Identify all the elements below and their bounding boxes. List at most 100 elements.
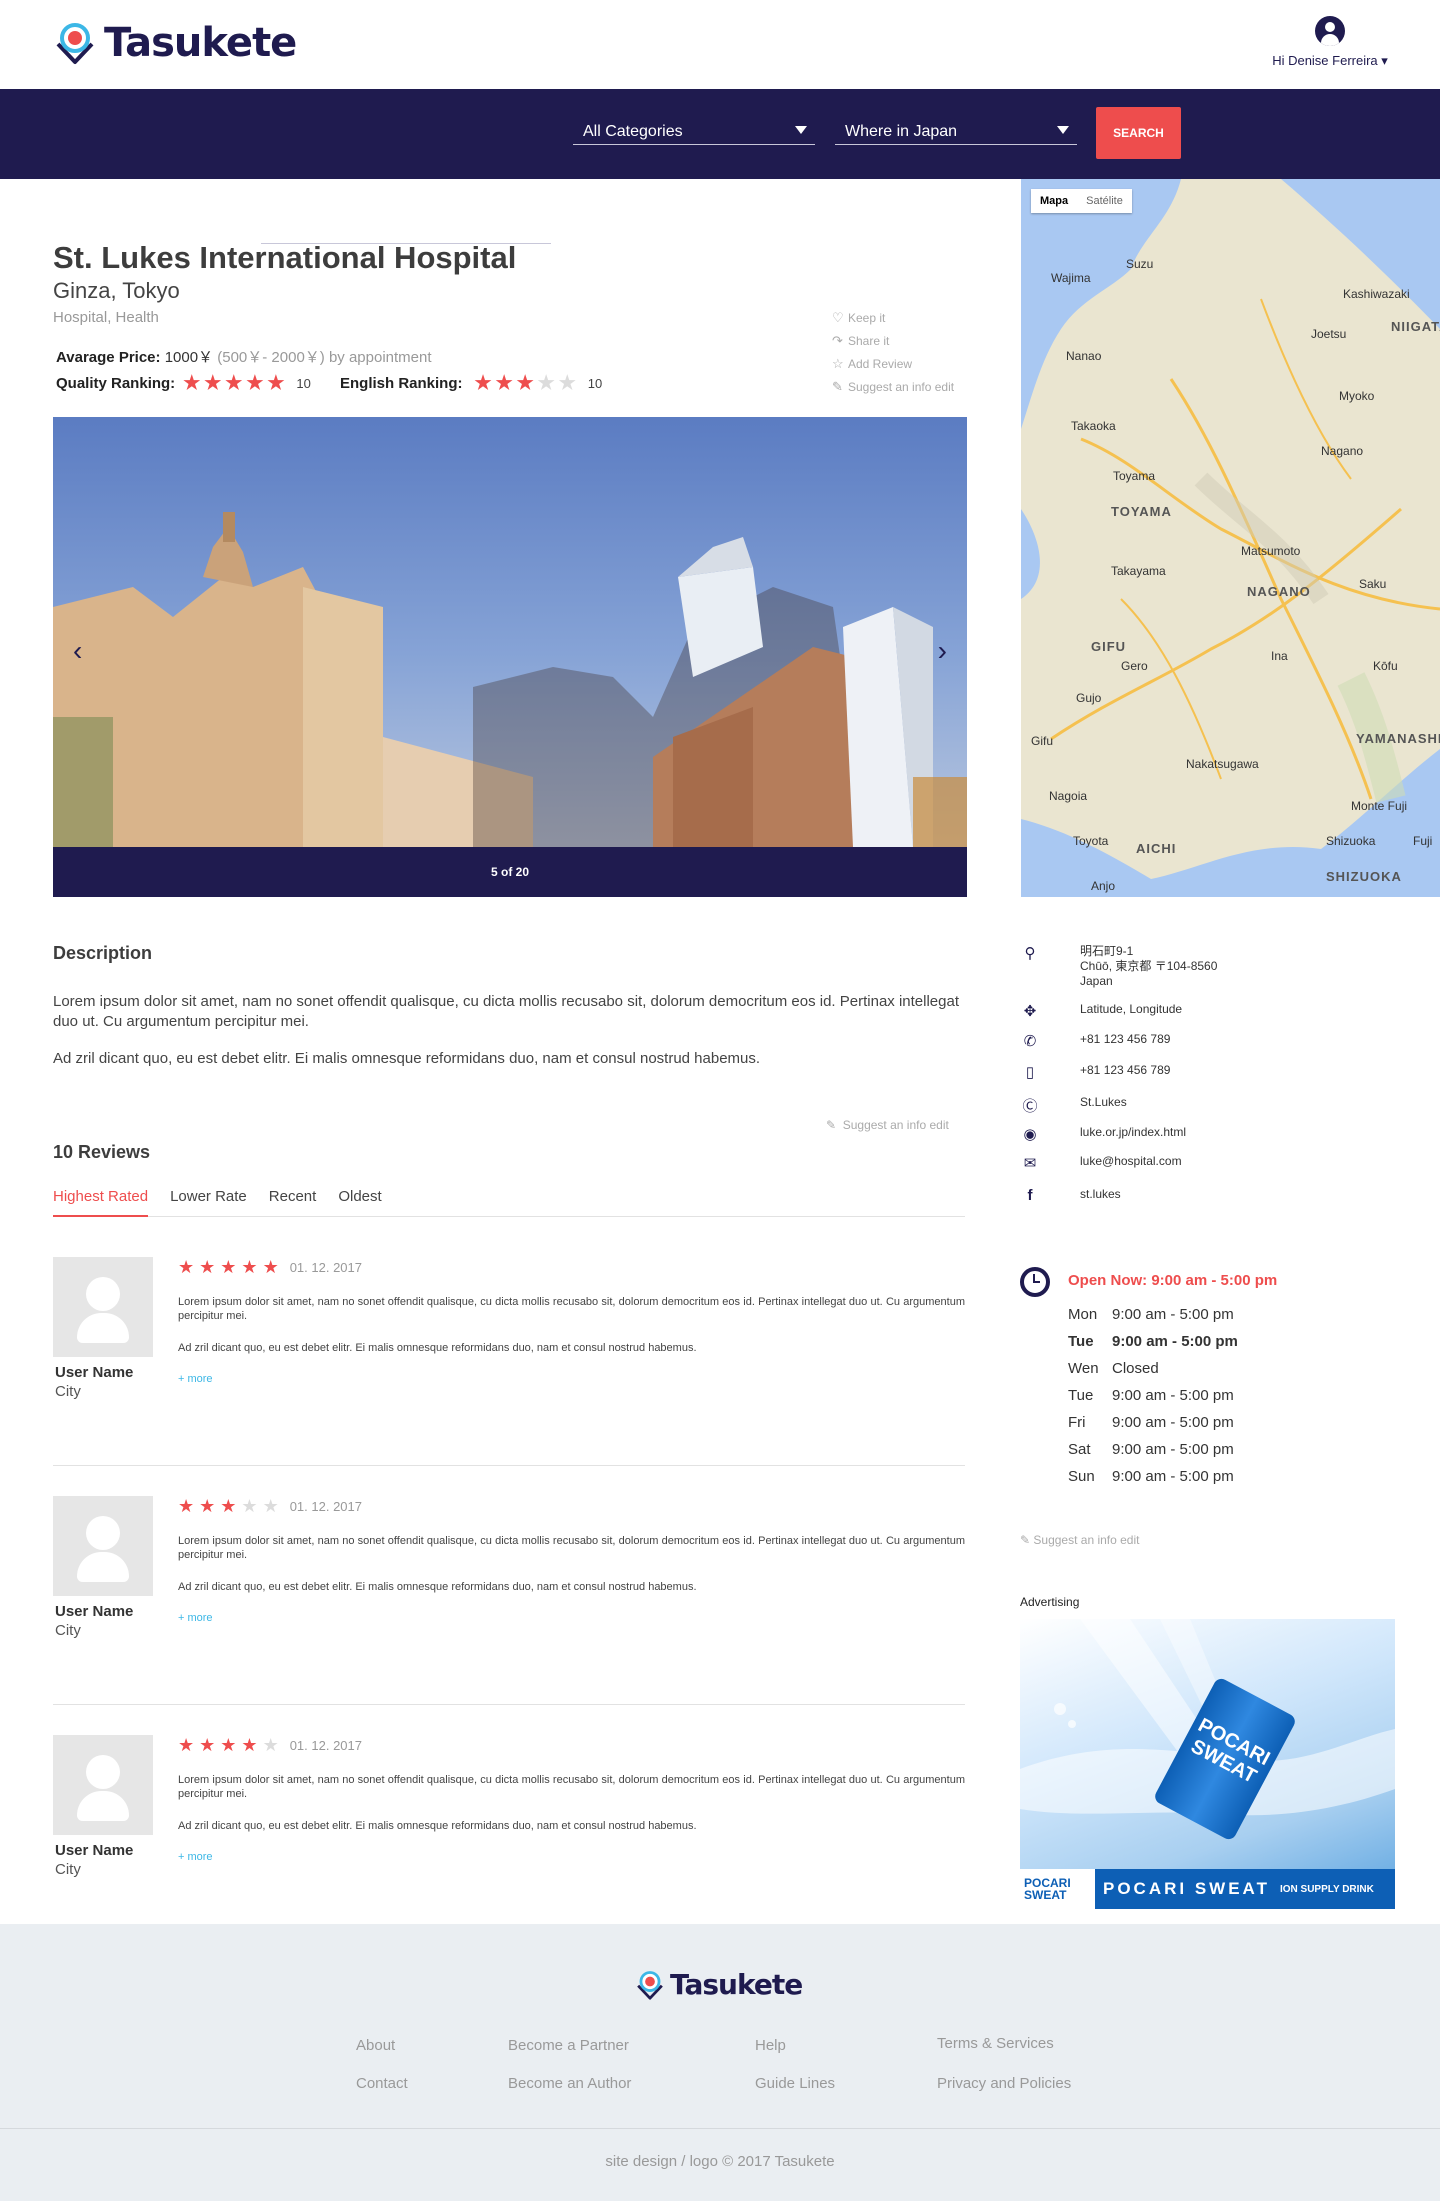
suggest-edit-link[interactable]: ✎ Suggest an info edit bbox=[832, 375, 954, 398]
footer-logo[interactable]: Tasukete bbox=[634, 1968, 803, 2001]
place-location: Ginza, Tokyo bbox=[53, 278, 180, 303]
user-menu[interactable]: Hi Denise Ferreira ▾ bbox=[1270, 16, 1390, 69]
reviewer-name[interactable]: User Name bbox=[55, 1842, 133, 1859]
brand-name: Tasukete bbox=[104, 20, 297, 66]
quality-ranking-label: Quality Ranking: bbox=[56, 375, 176, 392]
tab-oldest[interactable]: Oldest bbox=[338, 1186, 381, 1217]
hours-day: Wen bbox=[1068, 1360, 1099, 1377]
add-review-label: Add Review bbox=[848, 356, 913, 371]
map-label: Nanao bbox=[1066, 349, 1102, 363]
footer-link-help[interactable]: Help bbox=[755, 2037, 786, 2054]
review-date: 01. 12. 2017 bbox=[289, 1259, 362, 1275]
user-greeting[interactable]: Hi Denise Ferreira ▾ bbox=[1270, 53, 1390, 69]
user-avatar-icon[interactable] bbox=[1315, 16, 1345, 46]
reviewer-avatar-icon[interactable] bbox=[53, 1257, 153, 1357]
email-link[interactable]: luke@hospital.com bbox=[1080, 1154, 1182, 1169]
star-empty-icon: ★ bbox=[262, 1496, 279, 1516]
skype-text[interactable]: St.Lukes bbox=[1080, 1095, 1127, 1110]
review-more-link[interactable]: + more bbox=[178, 1851, 213, 1863]
hours-time: 9:00 am - 5:00 pm bbox=[1112, 1468, 1234, 1485]
reviewer-name[interactable]: User Name bbox=[55, 1364, 133, 1381]
gallery-next-arrow-icon[interactable]: › bbox=[938, 635, 947, 667]
map-label: Gero bbox=[1121, 659, 1148, 673]
map-label: Suzu bbox=[1126, 257, 1154, 271]
hours-row: Sun 9:00 am - 5:00 pm bbox=[1068, 1468, 1238, 1495]
footer-link-terms[interactable]: Terms & Services bbox=[937, 2035, 1054, 2052]
star-filled-icon: ★ bbox=[199, 1735, 216, 1755]
star-empty-icon: ★ bbox=[537, 373, 555, 394]
skype-icon: Ⓒ bbox=[1022, 1098, 1038, 1115]
footer-link-become-partner[interactable]: Become a Partner bbox=[508, 2037, 629, 2054]
english-ranking-label: English Ranking: bbox=[340, 375, 463, 392]
envelope-icon: ✉ bbox=[1023, 1155, 1037, 1172]
location-select[interactable]: Where in Japan bbox=[835, 117, 1077, 145]
advertising-label: Advertising bbox=[1020, 1595, 1080, 1609]
reviewer-name[interactable]: User Name bbox=[55, 1603, 133, 1620]
pencil-icon: ✎ bbox=[832, 378, 843, 394]
footer-link-about[interactable]: About bbox=[356, 2037, 395, 2054]
advertisement-banner[interactable]: POCARI SWEAT POCARI SWEAT POCARI SWEAT I… bbox=[1020, 1619, 1395, 1909]
star-filled-icon: ★ bbox=[225, 373, 243, 394]
coordinates-text: Latitude, Longitude bbox=[1080, 1002, 1183, 1016]
search-input-placeholder: What are you looking for... bbox=[271, 212, 457, 229]
facebook-link[interactable]: st.lukes bbox=[1080, 1187, 1121, 1202]
review-date: 01. 12. 2017 bbox=[289, 1737, 362, 1753]
search-button[interactable]: SEARCH bbox=[1096, 107, 1181, 159]
footer-link-contact[interactable]: Contact bbox=[356, 2075, 408, 2092]
gallery-prev-arrow-icon[interactable]: ‹ bbox=[73, 635, 82, 667]
price-label: Avarage Price: bbox=[56, 349, 161, 366]
footer-link-privacy[interactable]: Privacy and Policies bbox=[937, 2075, 1071, 2092]
description-suggest-edit-label: Suggest an info edit bbox=[842, 1118, 949, 1132]
opening-hours: Mon 9:00 am - 5:00 pm Tue 9:00 am - 5:00 p… bbox=[1068, 1306, 1238, 1495]
review-more-link[interactable]: + more bbox=[178, 1373, 213, 1385]
reviewer-avatar-icon[interactable] bbox=[53, 1735, 153, 1835]
address-line-2: Chūō, 東京都 〒104-8560 bbox=[1080, 959, 1218, 973]
star-filled-icon: ★ bbox=[178, 1735, 195, 1755]
footer-link-guide-lines[interactable]: Guide Lines bbox=[755, 2075, 835, 2092]
price-info: Avarage Price: 1000￥ (500￥- 2000￥) by ap… bbox=[56, 346, 432, 367]
search-input[interactable]: What are you looking for... bbox=[261, 206, 551, 244]
map-label: Kōfu bbox=[1373, 659, 1398, 673]
search-bar: What are you looking for... All Categori… bbox=[0, 89, 1440, 244]
move-arrows-icon: ✥ bbox=[1023, 1003, 1037, 1020]
star-filled-icon: ★ bbox=[204, 373, 222, 394]
phone-text[interactable]: +81 123 456 789 bbox=[1080, 1032, 1170, 1047]
hours-row: Tue 9:00 am - 5:00 pm bbox=[1068, 1387, 1238, 1414]
star-filled-icon: ★ bbox=[516, 373, 534, 394]
reviewer-avatar-icon[interactable] bbox=[53, 1496, 153, 1596]
review-text-2: Ad zril dicant quo, eu est debet elitr. … bbox=[178, 1342, 697, 1354]
map-label: Saku bbox=[1359, 577, 1387, 591]
tab-highest-rated[interactable]: Highest Rated bbox=[53, 1186, 149, 1217]
ad-tagline: ION SUPPLY DRINK bbox=[1279, 1883, 1374, 1895]
mobile-text[interactable]: +81 123 456 789 bbox=[1080, 1063, 1170, 1078]
location-map[interactable]: Mapa Satélite Wajima Suzu Kashiwazaki Joets… bbox=[1021, 179, 1440, 897]
globe-icon: ◉ bbox=[1023, 1126, 1037, 1143]
gallery-photo[interactable] bbox=[53, 417, 967, 847]
hours-row-today: Tue 9:00 am - 5:00 pm bbox=[1068, 1333, 1238, 1360]
star-filled-icon: ★ bbox=[495, 373, 513, 394]
hours-row: Wen Closed bbox=[1068, 1360, 1238, 1387]
map-label: Toyota bbox=[1073, 834, 1109, 848]
category-select[interactable]: All Categories bbox=[573, 117, 815, 145]
website-link[interactable]: luke.or.jp/index.html bbox=[1080, 1125, 1186, 1140]
hours-day: Mon bbox=[1068, 1306, 1098, 1323]
star-filled-icon: ★ bbox=[178, 1496, 195, 1516]
map-tab-satellite[interactable]: Satélite bbox=[1077, 189, 1132, 213]
hours-suggest-edit-link[interactable]: ✎ Suggest an info edit bbox=[1020, 1533, 1139, 1547]
review-more-link[interactable]: + more bbox=[178, 1612, 213, 1624]
star-filled-icon: ★ bbox=[220, 1496, 237, 1516]
tab-recent[interactable]: Recent bbox=[269, 1186, 317, 1217]
hours-row: Sat 9:00 am - 5:00 pm bbox=[1068, 1441, 1238, 1468]
share-it-button[interactable]: ↷ Share it bbox=[832, 329, 954, 352]
brand-logo[interactable]: Tasukete bbox=[52, 20, 297, 66]
review-stars: ★ ★ ★ ★ ★ bbox=[178, 1736, 284, 1754]
description-suggest-edit-link[interactable]: ✎ Suggest an info edit bbox=[826, 1118, 949, 1132]
price-value: 1000￥ bbox=[164, 349, 214, 366]
footer-link-become-author[interactable]: Become an Author bbox=[508, 2075, 631, 2092]
map-label: Joetsu bbox=[1311, 327, 1347, 341]
map-tab-map[interactable]: Mapa bbox=[1031, 189, 1077, 213]
ad-brand-name: POCARI SWEAT bbox=[1103, 1879, 1270, 1898]
tab-lower-rate[interactable]: Lower Rate bbox=[170, 1186, 247, 1217]
keep-it-button[interactable]: ♡ Keep it bbox=[832, 306, 954, 329]
add-review-button[interactable]: ☆ Add Review bbox=[832, 352, 954, 375]
